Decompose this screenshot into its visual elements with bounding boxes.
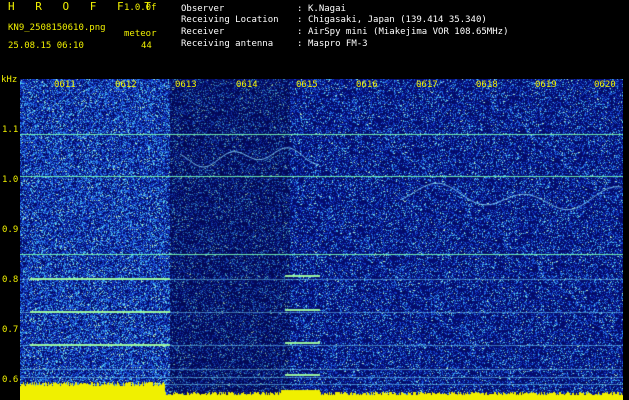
x-tick-label: 0615: [296, 80, 318, 90]
x-tick-label: 0617: [416, 80, 438, 90]
x-tick-label: 0614: [236, 80, 258, 90]
field-receiver-value: AirSpy mini (Miakejima VOR 108.65MHz): [308, 27, 509, 37]
field-observer-value: K.Nagai: [308, 4, 346, 14]
mode-label: meteor: [124, 29, 157, 39]
spectrogram-canvas[interactable]: [20, 79, 623, 400]
y-tick-label: 0.7: [2, 325, 19, 335]
field-colon: :: [297, 4, 303, 14]
y-tick-label: 0.8: [2, 275, 19, 285]
field-location-key: Receiving Location: [181, 15, 279, 25]
datetime-label: 25.08.15 06:10: [8, 41, 84, 51]
field-antenna-value: Maspro FM-3: [308, 39, 368, 49]
field-receiver-key: Receiver: [181, 27, 225, 37]
y-tick-label: 1.0: [2, 175, 19, 185]
version-label: 1.0.0f: [124, 3, 157, 13]
right-gutter: [623, 79, 629, 400]
y-tick-label: 1.1: [2, 125, 19, 135]
filename-label: KN9_2508150610.png: [8, 23, 106, 33]
field-observer-key: Observer: [181, 4, 225, 14]
x-tick-label: 0613: [175, 80, 197, 90]
y-tick-label: 0.6: [2, 375, 19, 385]
spectrogram-plot[interactable]: [20, 79, 623, 400]
y-axis-unit: kHz: [1, 75, 18, 85]
x-tick-label: 0619: [535, 80, 557, 90]
y-tick-label: 0.9: [2, 225, 19, 235]
field-colon: :: [297, 15, 303, 25]
field-location-value: Chigasaki, Japan (139.414 35.340): [308, 15, 487, 25]
x-tick-label: 0620: [594, 80, 616, 90]
field-antenna-key: Receiving antenna: [181, 39, 274, 49]
header-panel: H R O F F T 1.0.0f KN9_2508150610.png me…: [0, 0, 629, 76]
x-tick-label: 0611: [54, 80, 76, 90]
field-colon: :: [297, 27, 303, 37]
field-colon: :: [297, 39, 303, 49]
x-tick-label: 0618: [476, 80, 498, 90]
x-tick-label: 0612: [115, 80, 137, 90]
count-label: 44: [141, 41, 152, 51]
x-tick-label: 0616: [356, 80, 378, 90]
